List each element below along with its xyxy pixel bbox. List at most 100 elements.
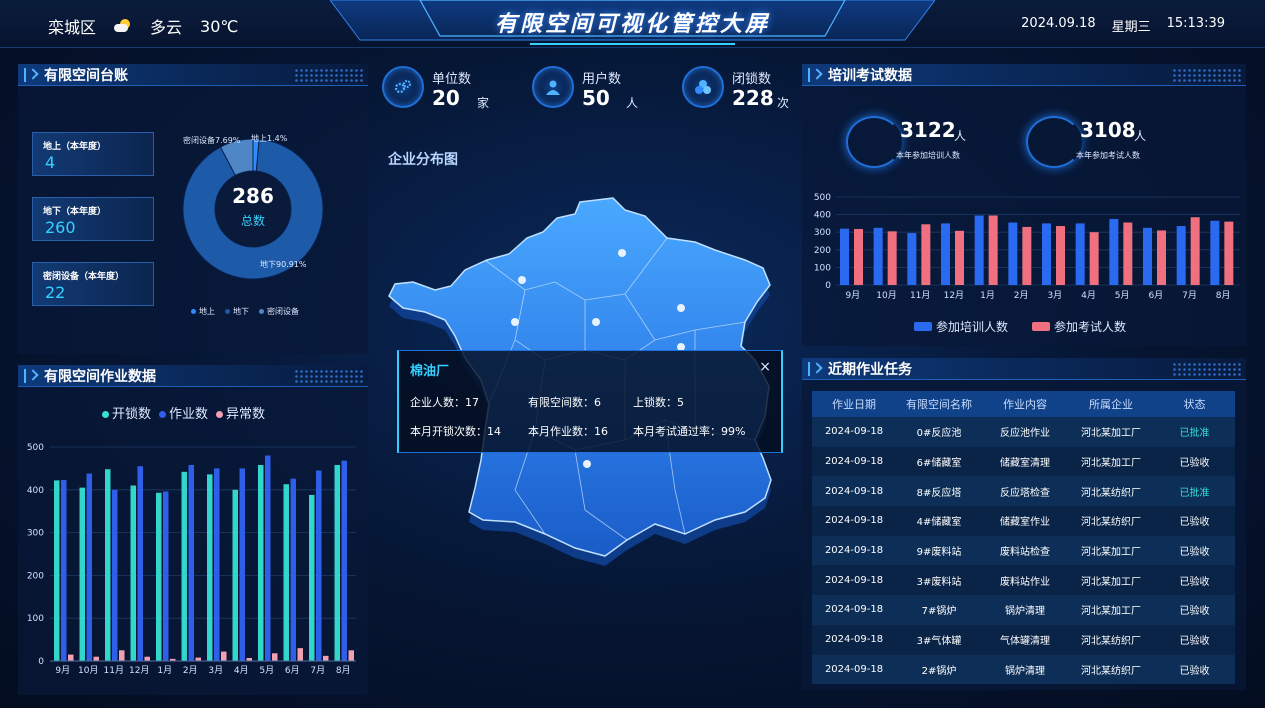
chevron-right-icon [24, 68, 36, 82]
y-tick-label: 300 [814, 228, 831, 238]
donut-label-sealed: 密闭设备7.69% [183, 136, 241, 145]
bar [156, 492, 162, 661]
table-cell: 废料站检查 [1000, 547, 1050, 559]
legend-item[interactable]: 地上 [191, 306, 215, 317]
exam-unit: 人 [1134, 129, 1147, 143]
table-row[interactable]: 2024-09-18 8#反应塔 反应塔检查 河北某纺织厂 已批准 [812, 476, 1235, 507]
training-bar-chart: 0 100 200 300 400 500 9月 10月 11月 12月 1月 2月 3月 4月 5月 6月 7… [814, 193, 1240, 334]
table-cell: 9#废料站 [916, 547, 962, 559]
table-row[interactable]: 2024-09-18 6#储藏室 储藏室清理 河北某加工厂 已验收 [812, 446, 1235, 477]
legend-item[interactable]: 密闭设备 [259, 306, 299, 317]
partly-cloudy-icon [114, 19, 132, 33]
datetime: 2024.09.18 星期三 15:13:39 [1021, 16, 1225, 35]
table-cell: 2024-09-18 [824, 574, 884, 586]
top-stat-value: 50 [582, 86, 610, 110]
stat-value: 260 [45, 218, 76, 237]
bar [1224, 221, 1234, 285]
table-cell: 3#废料站 [916, 576, 962, 588]
table-header: 作业日期 有限空间名称 作业内容 所属企业 状态 [812, 391, 1235, 417]
bar [1190, 217, 1200, 285]
x-tick-label: 7月 [310, 665, 325, 676]
legend-item[interactable]: 异常数 [216, 403, 265, 422]
bar [887, 231, 897, 285]
legend-item[interactable]: 地下 [225, 306, 249, 317]
x-tick-label: 2月 [183, 665, 198, 676]
bar [207, 474, 213, 661]
close-icon[interactable]: × [759, 359, 771, 375]
bar [309, 494, 315, 661]
work-panel-header: 有限空间作业数据 [18, 365, 368, 387]
bar [144, 656, 150, 661]
table-cell: 反应塔检查 [1000, 487, 1050, 499]
table-header-cell: 作业日期 [832, 398, 876, 411]
bar [921, 224, 931, 285]
x-tick-label: 9月 [845, 290, 860, 301]
table-row[interactable]: 2024-09-18 2#锅炉 锅炉清理 河北某纺织厂 已验收 [812, 654, 1235, 685]
bar [873, 227, 883, 285]
stat-value: 4 [45, 153, 56, 172]
stat-label: 密闭设备（本年度） [43, 272, 125, 282]
x-tick-label: 5月 [1115, 290, 1130, 301]
bar [316, 470, 322, 661]
table-cell: 河北某纺织厂 [1081, 636, 1141, 648]
top-stat-label: 用户数 [582, 72, 622, 87]
bar [1022, 226, 1032, 285]
table-row[interactable]: 2024-09-18 0#反应池 反应池作业 河北某加工厂 已批准 [812, 417, 1235, 447]
table-row[interactable]: 2024-09-18 7#锅炉 锅炉清理 河北某加工厂 已验收 [812, 595, 1235, 625]
legend-item[interactable]: 作业数 [159, 403, 208, 422]
bar [1123, 222, 1133, 285]
bar [1075, 223, 1085, 285]
legend-item[interactable]: 开锁数 [102, 403, 151, 422]
table-row[interactable]: 2024-09-18 9#废料站 废料站检查 河北某加工厂 已验收 [812, 535, 1235, 566]
bar [239, 468, 245, 661]
training-count: 3122 [900, 118, 956, 142]
table-cell: 2024-09-18 [824, 545, 884, 557]
training-panel-header: 培训考试数据 [802, 64, 1246, 86]
x-tick-label: 5月 [259, 665, 274, 676]
donut-label-above: 地上1.4% [251, 134, 288, 143]
time-label: 15:13:39 [1166, 16, 1225, 31]
exam-count-card: 3108 人 本年参加考试人数 [1026, 114, 1186, 170]
bar [214, 468, 220, 661]
status-badge: 已验收 [1179, 576, 1210, 588]
status-badge: 已批准 [1179, 487, 1210, 499]
donut-label-under: 地下90.91% [260, 260, 307, 269]
training-panel: 培训考试数据 3122 人 本年参加培训人数 3108 人 本年参加考试人数 0… [802, 64, 1246, 346]
x-tick-label: 10月 [876, 290, 896, 301]
bar [130, 485, 136, 661]
bar [221, 651, 227, 661]
popup-lock-count: 上锁数：5 [633, 396, 684, 409]
bar [61, 479, 67, 661]
bar [93, 656, 99, 661]
table-row[interactable]: 2024-09-18 3#废料站 废料站作业 河北某加工厂 已验收 [812, 565, 1235, 596]
popup-title: 棉油厂 [410, 364, 450, 379]
table-cell: 河北某纺织厂 [1081, 487, 1141, 499]
training-count-card: 3122 人 本年参加培训人数 [846, 114, 1006, 170]
bar [941, 223, 950, 285]
table-cell: 7#锅炉 [921, 606, 957, 618]
popup-space-count: 有限空间数：6 [528, 396, 601, 409]
table-cell: 气体罐清理 [1000, 636, 1050, 648]
table-header-cell: 所属企业 [1089, 398, 1133, 411]
bar [195, 657, 201, 661]
bar [1157, 230, 1166, 285]
bar [54, 480, 60, 661]
weather-info: 栾城区 多云 30℃ [48, 14, 238, 38]
bar [163, 491, 169, 661]
x-tick-label: 8月 [336, 665, 351, 676]
table-cell: 3#气体罐 [916, 636, 962, 648]
table-cell: 锅炉清理 [1005, 665, 1045, 677]
table-header-cell: 状态 [1183, 398, 1206, 411]
ring [382, 66, 424, 108]
table-cell: 2024-09-18 [824, 515, 884, 527]
table-row[interactable]: 2024-09-18 4#储藏室 储藏室作业 河北某纺织厂 已验收 [812, 506, 1235, 536]
x-tick-label: 12月 [944, 290, 964, 301]
y-tick-label: 100 [27, 614, 44, 624]
table-cell: 锅炉清理 [1005, 606, 1045, 618]
donut-total-label: 总数 [240, 214, 265, 228]
legend-label: 参加培训人数 [936, 319, 1008, 334]
date-label: 2024.09.18 [1021, 16, 1096, 31]
x-tick-label: 11月 [910, 290, 930, 301]
table-row[interactable]: 2024-09-18 3#气体罐 气体罐清理 河北某纺织厂 已验收 [812, 624, 1235, 655]
status-badge: 已批准 [1179, 428, 1210, 440]
